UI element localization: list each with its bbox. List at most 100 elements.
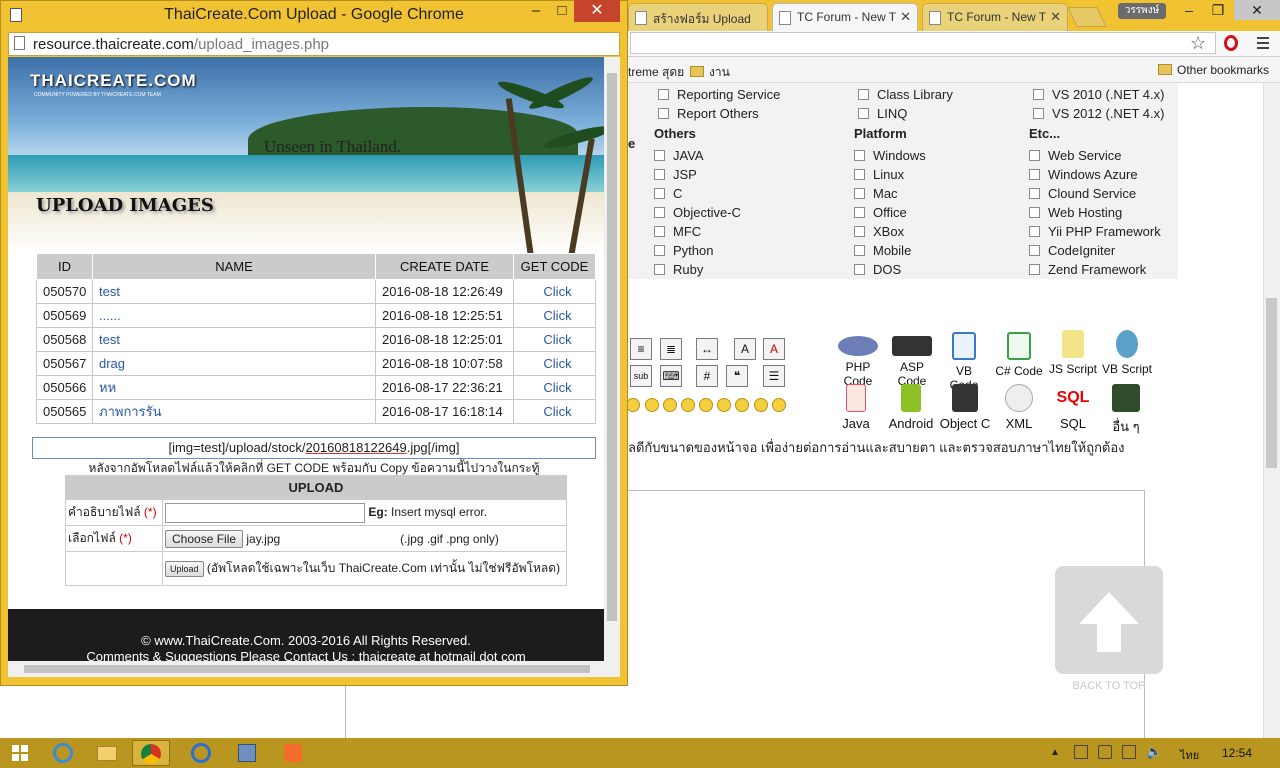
vb-script-button[interactable]: VB Script — [1101, 330, 1153, 376]
choose-file-button[interactable]: Choose File — [165, 529, 244, 548]
vb-code-button[interactable]: VB Code — [941, 332, 987, 392]
xml-button[interactable]: XML — [998, 384, 1040, 431]
checkbox[interactable] — [654, 188, 665, 199]
smiley-icon[interactable] — [663, 398, 677, 412]
get-code-link[interactable]: Click — [543, 284, 571, 299]
tab-forum-active[interactable]: TC Forum - New T ✕ — [772, 3, 918, 31]
close-popup-icon[interactable]: ✕ — [574, 0, 620, 22]
description-input[interactable] — [165, 502, 365, 523]
image-name-link[interactable]: หห — [99, 380, 116, 395]
object-c-button[interactable]: Object C — [937, 384, 993, 431]
checkbox[interactable] — [658, 108, 669, 119]
checkbox[interactable] — [1033, 108, 1044, 119]
checkbox-item[interactable]: Mac — [854, 186, 926, 205]
smiley-icon[interactable] — [735, 398, 749, 412]
sql-button[interactable]: SQL SQL — [1050, 384, 1096, 431]
image-name-link[interactable]: test — [99, 332, 120, 347]
tab-forum[interactable]: TC Forum - New T ✕ — [922, 3, 1068, 31]
php-code-button[interactable]: PHP Code — [832, 332, 884, 388]
checkbox[interactable] — [1029, 207, 1040, 218]
extension-icon[interactable] — [1224, 35, 1238, 51]
minimize-icon[interactable]: – — [1175, 0, 1203, 20]
java-button[interactable]: Java — [836, 384, 876, 431]
minimize-icon[interactable]: – — [524, 0, 548, 22]
csharp-code-button[interactable]: C# Code — [994, 332, 1044, 378]
checkbox[interactable] — [654, 264, 665, 275]
address-bar[interactable] — [630, 32, 1216, 54]
image-code-field[interactable]: [img=test]/upload/stock/20160818122649.j… — [32, 437, 596, 459]
chrome-taskbar-icon[interactable] — [132, 740, 170, 766]
other-bookmarks[interactable]: Other bookmarks — [1158, 63, 1269, 77]
android-button[interactable]: Android — [886, 384, 936, 431]
checkbox[interactable] — [1029, 150, 1040, 161]
close-tab-icon[interactable]: ✕ — [1050, 9, 1061, 25]
smiley-icon[interactable] — [645, 398, 659, 412]
checkbox-item[interactable]: Python — [654, 243, 741, 262]
checkbox[interactable] — [658, 89, 669, 100]
checkbox[interactable] — [854, 245, 865, 256]
list-icon[interactable]: ☰ — [763, 365, 785, 387]
checkbox-item[interactable]: LINQ — [858, 106, 953, 125]
xampp-icon[interactable] — [274, 740, 312, 766]
checkbox-item[interactable]: XBox — [854, 224, 926, 243]
checkbox-item[interactable]: Office — [854, 205, 926, 224]
taskbar-clock[interactable]: 12:54 — [1222, 746, 1252, 760]
checkbox[interactable] — [1029, 245, 1040, 256]
checkbox-item[interactable]: CodeIgniter — [1029, 243, 1161, 262]
popup-address-bar[interactable]: resource.thaicreate.com/upload_images.ph… — [8, 32, 620, 56]
checkbox-item[interactable]: Web Hosting — [1029, 205, 1161, 224]
checkbox[interactable] — [1029, 169, 1040, 180]
profile-button[interactable]: วรรพงษ์ — [1118, 3, 1166, 19]
network-icon[interactable] — [1122, 745, 1136, 759]
checkbox[interactable] — [854, 226, 865, 237]
js-script-button[interactable]: JS Script — [1048, 330, 1098, 376]
checkbox[interactable] — [1033, 89, 1044, 100]
get-code-link[interactable]: Click — [543, 404, 571, 419]
checkbox-item[interactable]: MFC — [654, 224, 741, 243]
checkbox[interactable] — [854, 264, 865, 275]
checkbox-item[interactable]: Linux — [854, 167, 926, 186]
checkbox[interactable] — [858, 89, 869, 100]
align-right-icon[interactable]: ≣ — [660, 338, 682, 360]
virtualbox-icon[interactable] — [228, 740, 266, 766]
checkbox[interactable] — [854, 169, 865, 180]
checkbox-item[interactable]: VS 2012 (.NET 4.x) — [1033, 106, 1164, 125]
checkbox-item[interactable]: JSP — [654, 167, 741, 186]
align-center-icon[interactable]: ≡ — [630, 338, 652, 360]
image-name-link[interactable]: ...... — [99, 308, 121, 323]
checkbox-item[interactable]: C — [654, 186, 741, 205]
checkbox[interactable] — [654, 169, 665, 180]
other-lang-button[interactable]: อื่น ๆ — [1106, 384, 1146, 437]
checkbox-item[interactable]: Windows — [854, 148, 926, 167]
chrome-menu-icon[interactable] — [1257, 37, 1269, 49]
smiley-icon[interactable] — [681, 398, 695, 412]
upload-button[interactable]: Upload — [165, 560, 204, 577]
show-hidden-icons[interactable]: ▲ — [1050, 747, 1060, 758]
volume-icon[interactable]: 🔈 — [1146, 744, 1162, 760]
checkbox[interactable] — [858, 108, 869, 119]
checkbox-item[interactable]: Yii PHP Framework — [1029, 224, 1161, 243]
device-icon[interactable] — [1098, 745, 1112, 759]
bookmark-folder-work[interactable]: งาน — [690, 63, 730, 82]
checkbox[interactable] — [854, 150, 865, 161]
checkbox[interactable] — [1029, 264, 1040, 275]
input-language[interactable]: ไทย — [1180, 746, 1199, 764]
smiley-icon[interactable] — [626, 398, 640, 412]
maximize-icon[interactable]: ❐ — [1204, 0, 1232, 20]
checkbox-item[interactable]: Ruby — [654, 262, 741, 281]
checkbox-item[interactable]: VS 2010 (.NET 4.x) — [1033, 87, 1164, 106]
scrollbar-thumb[interactable] — [24, 665, 590, 673]
checkbox-item[interactable]: DOS — [854, 262, 926, 281]
checkbox[interactable] — [1029, 226, 1040, 237]
bookmark-folder[interactable]: treme สุดย — [628, 63, 684, 82]
smiley-icon[interactable] — [772, 398, 786, 412]
scrollbar-thumb[interactable] — [607, 73, 617, 621]
checkbox-item[interactable]: Windows Azure — [1029, 167, 1161, 186]
checkbox[interactable] — [654, 245, 665, 256]
get-code-link[interactable]: Click — [543, 332, 571, 347]
smiley-icon[interactable] — [754, 398, 768, 412]
checkbox-item[interactable]: Reporting Service — [658, 87, 780, 106]
checkbox-item[interactable]: Web Service — [1029, 148, 1161, 167]
checkbox-item[interactable]: Zend Framework — [1029, 262, 1161, 281]
smiley-icon[interactable] — [699, 398, 713, 412]
